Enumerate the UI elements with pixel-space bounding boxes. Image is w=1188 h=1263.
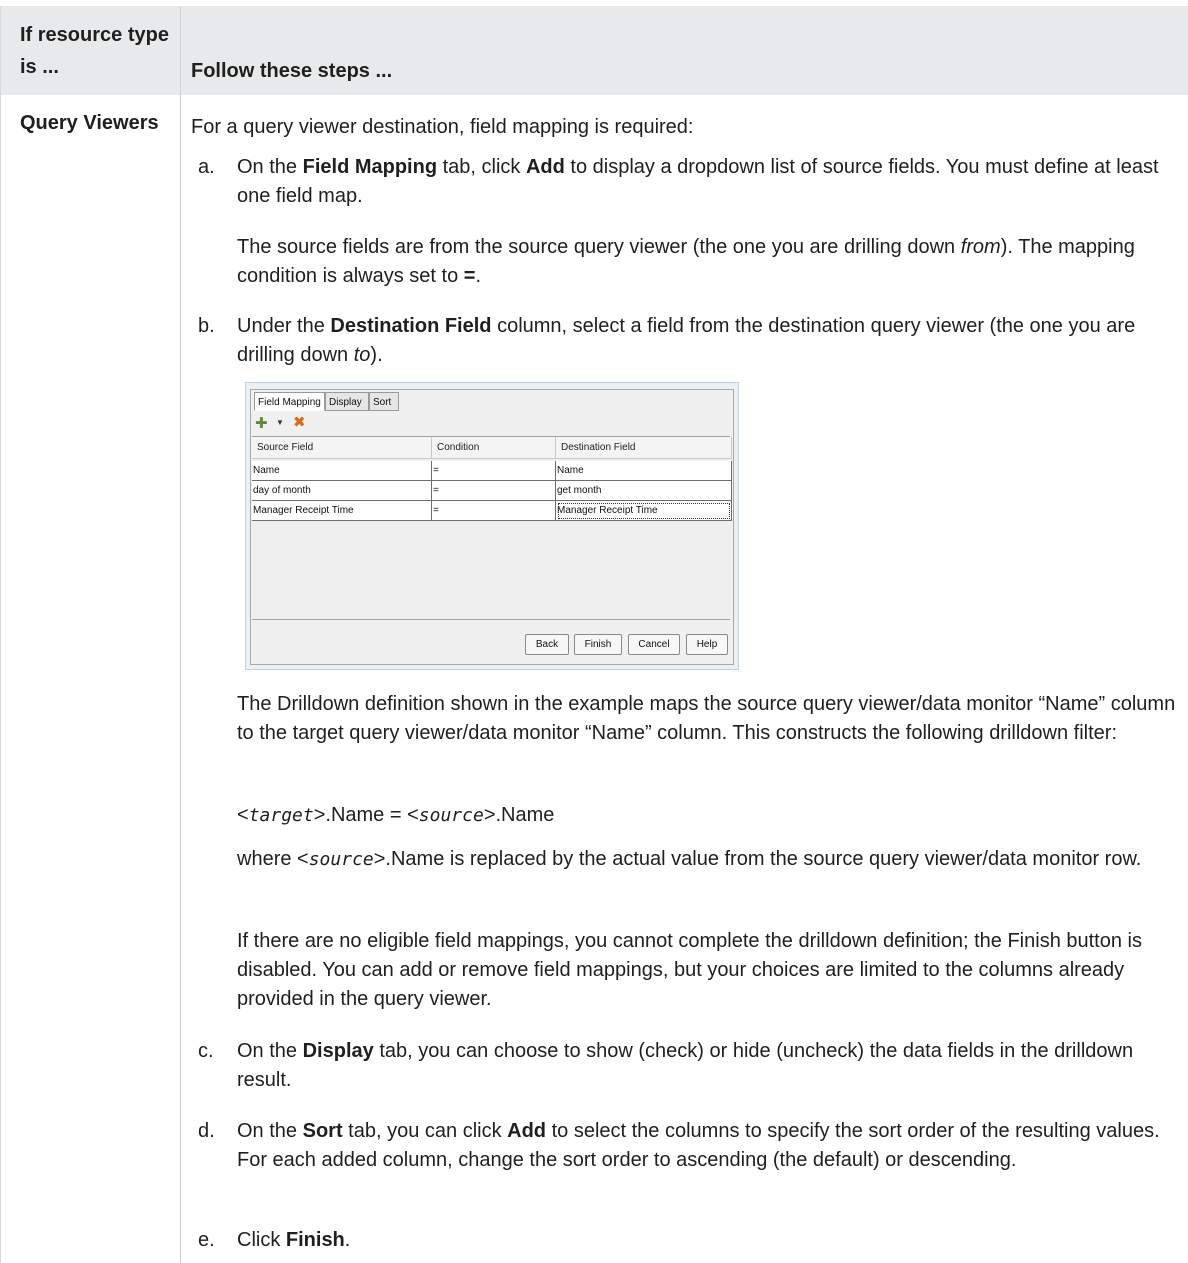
step-c-text: On the Display tab, you can choose to sh…	[237, 1040, 1134, 1091]
finish-button[interactable]: Finish	[574, 634, 622, 655]
source-replacement-note: where <source>.Name is replaced by the a…	[237, 848, 1142, 870]
resource-type-cell: Query Viewers	[20, 112, 159, 134]
step-b-text: Under the Destination Field column, sele…	[237, 315, 1136, 366]
dialog-button-bar: Back Finish Cancel Help	[252, 622, 730, 658]
field-mapping-grid: Source Field Condition Destination Field…	[252, 436, 732, 620]
drilldown-explanation: The Drilldown definition shown in the ex…	[237, 693, 1176, 744]
step-letter: e.	[198, 1229, 215, 1251]
table-cell[interactable]: =	[432, 461, 556, 481]
step-a-text: On the Field Mapping tab, click Add to d…	[237, 156, 1159, 207]
step-letter: d.	[198, 1120, 215, 1142]
table-cell[interactable]: =	[432, 501, 556, 521]
no-eligible-mappings-note: If there are no eligible field mappings,…	[237, 930, 1142, 1010]
header-resource-type: If resource type is ...	[20, 24, 169, 78]
step-e-text: Click Finish.	[237, 1229, 351, 1251]
intro-text: For a query viewer destination, field ma…	[191, 116, 694, 138]
step-a-note: The source fields are from the source qu…	[237, 236, 1135, 287]
table-cell-selected[interactable]: Manager Receipt Time	[556, 501, 732, 521]
column-header-condition[interactable]: Condition	[432, 437, 556, 459]
table-cell[interactable]: Name	[252, 461, 432, 481]
table-left-border	[0, 6, 1, 1263]
header-steps: Follow these steps ...	[191, 60, 393, 82]
delete-icon[interactable]: ✖	[293, 414, 306, 431]
table-cell[interactable]: get month	[556, 481, 732, 501]
back-button[interactable]: Back	[525, 634, 569, 655]
help-button[interactable]: Help	[686, 634, 728, 655]
step-letter: a.	[198, 156, 215, 178]
tab-display[interactable]: Display	[325, 392, 369, 411]
add-icon[interactable]: ✚	[255, 416, 268, 431]
tab-field-mapping[interactable]: Field Mapping	[254, 392, 325, 411]
drilldown-filter-expression: <target>.Name = <source>.Name	[237, 804, 555, 826]
dialog-panel: Field Mapping Display Sort ✚ ▼ ✖ Source …	[250, 389, 734, 665]
step-d-text: On the Sort tab, you can click Add to se…	[237, 1120, 1160, 1171]
mapping-toolbar: ✚ ▼ ✖	[255, 414, 455, 434]
table-cell[interactable]: day of month	[252, 481, 432, 501]
tab-sort[interactable]: Sort	[369, 392, 399, 411]
step-letter: b.	[198, 315, 215, 337]
drilldown-dialog-screenshot: Field Mapping Display Sort ✚ ▼ ✖ Source …	[245, 382, 739, 670]
column-header-destination-field[interactable]: Destination Field	[556, 437, 732, 459]
column-header-source-field[interactable]: Source Field	[252, 437, 432, 459]
dropdown-arrow-icon[interactable]: ▼	[276, 417, 284, 429]
table-cell[interactable]: Manager Receipt Time	[252, 501, 432, 521]
table-cell[interactable]: Name	[556, 461, 732, 481]
column-divider	[180, 6, 181, 1263]
procedure-table: If resource type is ... Follow these ste…	[0, 0, 1188, 1263]
step-letter: c.	[198, 1040, 214, 1062]
table-cell[interactable]: =	[432, 481, 556, 501]
table-header-row	[0, 6, 1188, 95]
cancel-button[interactable]: Cancel	[628, 634, 680, 655]
